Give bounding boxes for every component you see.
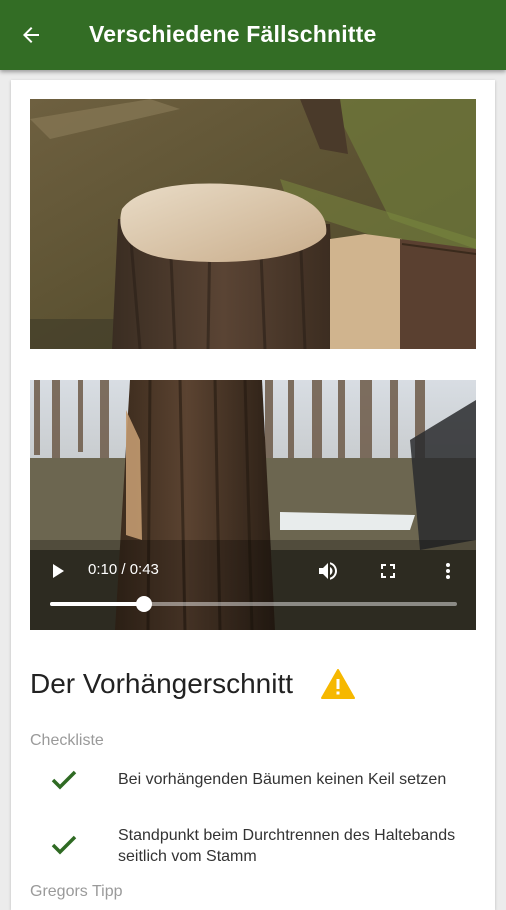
- checklist-label: Checkliste: [30, 732, 104, 749]
- warning-icon: [321, 669, 355, 699]
- more-options-button[interactable]: [436, 559, 460, 583]
- arrow-left-icon: [23, 27, 39, 43]
- video-progress-bar[interactable]: [50, 596, 457, 612]
- content-card: 0:10 / 0:43 Der Vorhängerschnitt Checkli…: [11, 80, 495, 910]
- video-frame: [30, 380, 476, 630]
- fullscreen-button[interactable]: [376, 559, 400, 583]
- play-icon: [53, 564, 64, 578]
- video-progress-thumb[interactable]: [135, 596, 152, 612]
- check-icon: [51, 835, 77, 855]
- page-title: Verschiedene Fällschnitte: [89, 21, 377, 47]
- video-time: 0:10 / 0:43: [88, 561, 159, 578]
- stump-photo: [30, 99, 476, 349]
- checklist-item-text: Standpunkt beim Durchtrennen des Halteba…: [118, 827, 456, 865]
- app-bar: Verschiedene Fällschnitte: [0, 0, 506, 70]
- section-title: Der Vorhängerschnitt: [30, 668, 294, 699]
- volume-icon: [319, 562, 337, 580]
- video-progress-fill: [50, 602, 144, 606]
- more-vert-icon: [446, 563, 450, 579]
- volume-button[interactable]: [316, 559, 340, 583]
- back-button[interactable]: [14, 19, 48, 51]
- check-icon: [51, 770, 77, 790]
- video-player[interactable]: 0:10 / 0:43: [30, 380, 476, 630]
- checklist-item-text: Bei vorhängenden Bäumen keinen Keil setz…: [118, 771, 447, 788]
- tip-label: Gregors Tipp: [30, 883, 123, 900]
- fullscreen-icon: [381, 564, 395, 578]
- play-button[interactable]: [48, 560, 68, 582]
